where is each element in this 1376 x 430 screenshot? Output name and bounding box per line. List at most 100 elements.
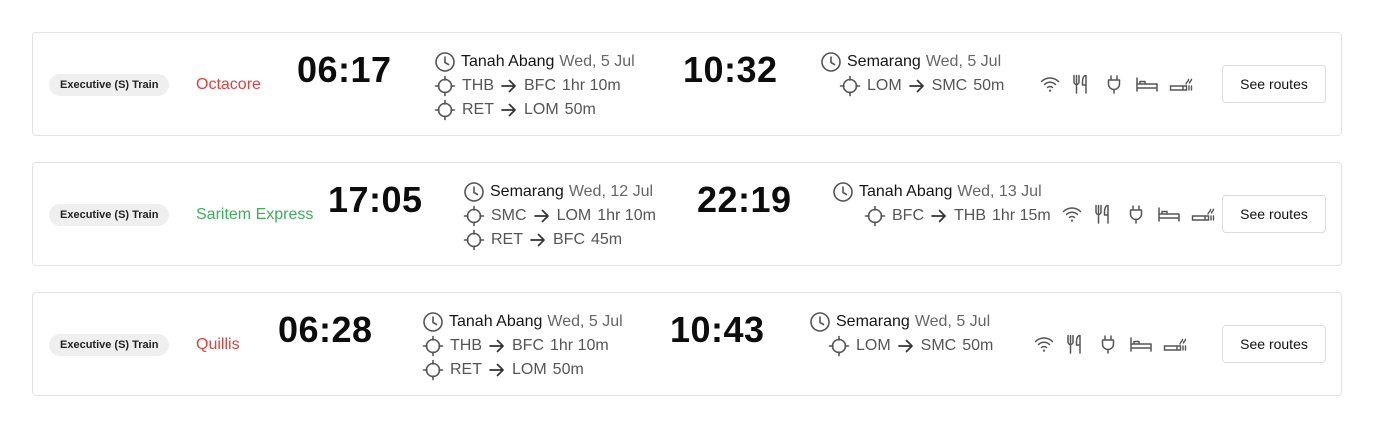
train-result-card[interactable]: Executive (S) Train Saritem Express 17:0…: [32, 162, 1342, 266]
bed-icon: [1129, 333, 1153, 355]
arrival-details: Semarang Wed, 5 Jul LOM SMC 50m: [809, 310, 993, 358]
smoking-icon: [1169, 73, 1193, 95]
clock-icon: [422, 311, 444, 333]
departure-station: Tanah Abang: [449, 313, 543, 330]
departure-details: Tanah Abang Wed, 5 Jul THB BFC 1hr 10m R…: [422, 310, 623, 382]
leg-from: RET: [462, 101, 494, 118]
departure-station-line: Tanah Abang Wed, 5 Jul: [434, 50, 635, 74]
leg-to: SMC: [920, 337, 957, 354]
leg-from: THB: [462, 77, 494, 94]
smoking-icon: [1163, 333, 1187, 355]
train-name[interactable]: Quillis: [196, 335, 240, 355]
clock-icon: [832, 181, 854, 203]
arrow-right-icon: [533, 207, 551, 225]
arrival-station: Tanah Abang: [859, 183, 953, 200]
see-routes-button[interactable]: See routes: [1222, 65, 1326, 103]
leg-from: RET: [491, 231, 523, 248]
arrow-right-icon: [908, 77, 926, 95]
leg-duration: 1hr 10m: [562, 77, 621, 94]
see-routes-button[interactable]: See routes: [1222, 325, 1326, 363]
amenities: [1061, 203, 1215, 225]
bed-icon: [1135, 73, 1159, 95]
departure-date: Wed, 5 Jul: [547, 313, 623, 330]
location-target-icon: [463, 205, 485, 227]
wifi-icon: [1039, 73, 1061, 95]
leg-duration: 1hr 10m: [597, 207, 656, 224]
departure-date: Wed, 5 Jul: [559, 53, 635, 70]
location-target-icon: [422, 359, 444, 381]
arrival-time: 10:32: [683, 49, 778, 90]
route-leg: SMC LOM 1hr 10m: [463, 204, 656, 228]
arrival-date: Wed, 5 Jul: [925, 53, 1002, 70]
amenities: [1039, 73, 1193, 95]
leg-from: BFC: [892, 207, 924, 224]
leg-from: SMC: [491, 207, 527, 224]
train-class-badge: Executive (S) Train: [49, 334, 170, 356]
leg-to: THB: [954, 207, 986, 224]
train-name[interactable]: Saritem Express: [196, 205, 313, 225]
train-result-card[interactable]: Executive (S) Train Quillis 06:28 Tanah …: [32, 292, 1342, 396]
departure-station: Semarang: [490, 183, 564, 200]
departure-station-line: Semarang Wed, 12 Jul: [463, 180, 656, 204]
clock-icon: [809, 311, 831, 333]
location-target-icon: [434, 75, 456, 97]
arrow-right-icon: [897, 337, 915, 355]
route-leg: THB BFC 1hr 10m: [434, 74, 635, 98]
route-leg: BFC THB 1hr 15m: [832, 204, 1051, 228]
leg-to: LOM: [512, 361, 547, 378]
arrow-right-icon: [488, 337, 506, 355]
leg-from: RET: [450, 361, 482, 378]
amenities: [1033, 333, 1187, 355]
arrival-station-line: Tanah Abang Wed, 13 Jul: [832, 180, 1051, 204]
leg-duration: 45m: [591, 231, 623, 248]
leg-duration: 1hr 15m: [992, 207, 1051, 224]
route-leg: LOM SMC 50m: [809, 334, 993, 358]
leg-to: BFC: [553, 231, 585, 248]
wifi-icon: [1033, 333, 1055, 355]
leg-to: LOM: [556, 207, 592, 224]
departure-details: Semarang Wed, 12 Jul SMC LOM 1hr 10m RET…: [463, 180, 656, 252]
route-leg: RET LOM 50m: [434, 98, 635, 122]
departure-details: Tanah Abang Wed, 5 Jul THB BFC 1hr 10m R…: [434, 50, 635, 122]
power-plug-icon: [1103, 73, 1125, 95]
leg-from: LOM: [856, 337, 891, 354]
leg-duration: 50m: [973, 77, 1005, 94]
leg-to: LOM: [524, 101, 559, 118]
route-leg: RET BFC 45m: [463, 228, 656, 252]
dining-icon: [1065, 333, 1087, 355]
clock-icon: [434, 51, 456, 73]
departure-time: 06:28: [278, 309, 373, 350]
leg-duration: 50m: [962, 337, 994, 354]
wifi-icon: [1061, 203, 1083, 225]
train-result-card[interactable]: Executive (S) Train Octacore 06:17 Tanah…: [32, 32, 1342, 136]
train-class-badge: Executive (S) Train: [49, 74, 170, 96]
arrow-right-icon: [930, 207, 948, 225]
route-leg: RET LOM 50m: [422, 358, 623, 382]
departure-station: Tanah Abang: [461, 53, 555, 70]
arrival-date: Wed, 13 Jul: [957, 183, 1042, 200]
departure-time: 06:17: [297, 49, 392, 90]
arrival-time: 22:19: [697, 179, 792, 220]
location-target-icon: [422, 335, 444, 357]
arrival-station-line: Semarang Wed, 5 Jul: [809, 310, 993, 334]
location-target-icon: [839, 75, 861, 97]
route-leg: THB BFC 1hr 10m: [422, 334, 623, 358]
location-target-icon: [463, 229, 485, 251]
arrow-right-icon: [500, 101, 518, 119]
arrival-station: Semarang: [847, 53, 921, 70]
departure-date: Wed, 12 Jul: [568, 183, 654, 200]
arrival-details: Semarang Wed, 5 Jul LOM SMC 50m: [820, 50, 1004, 98]
leg-to: BFC: [524, 77, 556, 94]
power-plug-icon: [1125, 203, 1147, 225]
arrival-time: 10:43: [670, 309, 765, 350]
departure-station-line: Tanah Abang Wed, 5 Jul: [422, 310, 623, 334]
arrival-details: Tanah Abang Wed, 13 Jul BFC THB 1hr 15m: [832, 180, 1051, 228]
smoking-icon: [1191, 203, 1215, 225]
arrow-right-icon: [500, 77, 518, 95]
see-routes-button[interactable]: See routes: [1222, 195, 1326, 233]
leg-duration: 50m: [564, 101, 596, 118]
arrival-date: Wed, 5 Jul: [914, 313, 991, 330]
clock-icon: [820, 51, 842, 73]
train-name[interactable]: Octacore: [196, 75, 261, 95]
route-leg: LOM SMC 50m: [820, 74, 1004, 98]
